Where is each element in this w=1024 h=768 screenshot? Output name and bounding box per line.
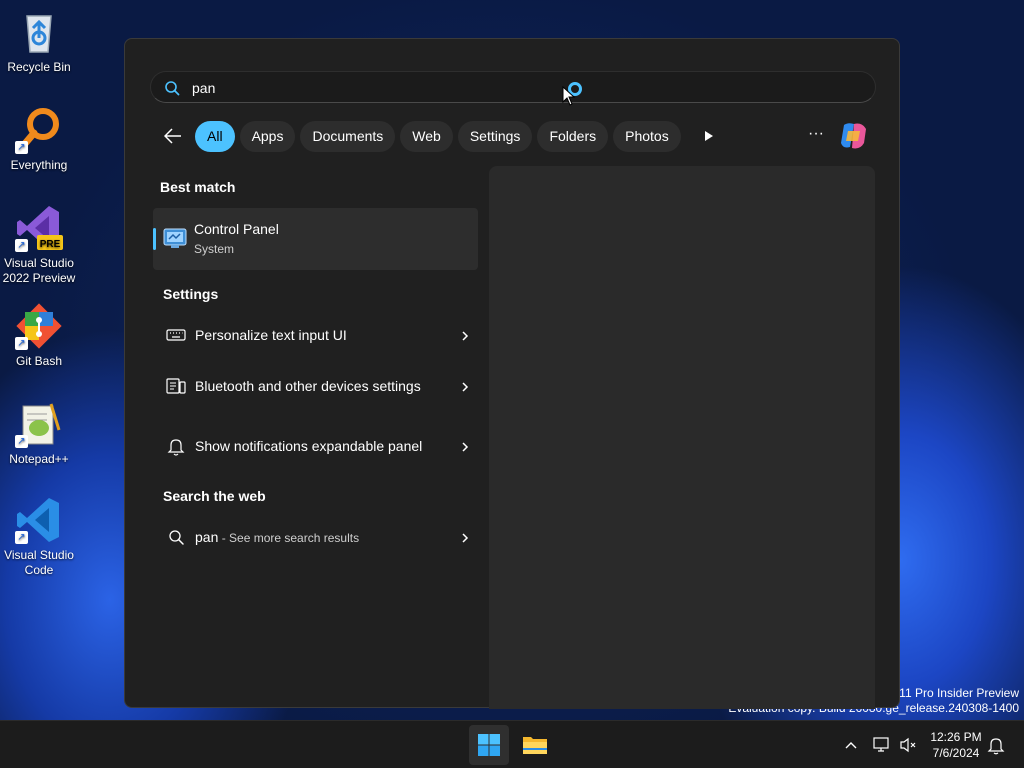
vscode-icon: ↗ — [15, 496, 63, 544]
best-match-control-panel[interactable]: Control Panel System — [153, 208, 478, 270]
desktop-icon-label: Visual Studio Code — [4, 548, 74, 577]
start-button[interactable] — [469, 725, 509, 765]
search-filter-bar: All Apps Documents Web Settings Folders … — [155, 120, 727, 152]
play-arrow-icon — [704, 131, 713, 141]
chevron-right-icon — [459, 380, 471, 392]
desktop-icon-label: Everything — [10, 158, 68, 172]
best-match-name: Control Panel — [194, 221, 279, 237]
search-icon — [165, 526, 187, 548]
desktop-icon-label: Git Bash — [15, 354, 63, 368]
desktop-icon-label: Recycle Bin — [7, 60, 71, 74]
more-options-button[interactable]: ··· — [801, 123, 831, 149]
shortcut-arrow-icon: ↗ — [15, 141, 28, 154]
desktop-icon-recycle-bin[interactable]: Recycle Bin — [1, 8, 77, 75]
chevron-right-icon — [459, 440, 471, 452]
shortcut-arrow-icon: ↗ — [15, 239, 28, 252]
mouse-cursor-icon — [562, 85, 576, 106]
shortcut-arrow-icon: ↗ — [15, 531, 28, 544]
copilot-icon — [841, 123, 866, 149]
search-icon — [164, 80, 180, 96]
filter-photos[interactable]: Photos — [613, 120, 681, 152]
recycle-bin-icon — [15, 8, 63, 56]
result-show-notifications-panel[interactable]: Show notifications expandable panel — [153, 425, 471, 467]
preview-pane — [489, 166, 875, 709]
filter-web[interactable]: Web — [400, 120, 453, 152]
desktop-icon-visual-studio-preview[interactable]: PRE ↗ Visual Studio 2022 Preview — [1, 204, 77, 286]
result-label: Personalize text input UI — [195, 327, 347, 343]
desktop-icon-everything[interactable]: ↗ Everything — [1, 106, 77, 173]
filter-settings[interactable]: Settings — [457, 120, 533, 152]
desktop-icon-git-bash[interactable]: ↗ Git Bash — [1, 302, 77, 369]
web-result-text: pan - See more search results — [195, 527, 459, 548]
search-web-heading: Search the web — [163, 488, 266, 504]
bell-icon — [165, 435, 187, 457]
taskbar: 12:26 PM 7/6/2024 — [0, 720, 1024, 768]
control-panel-icon — [163, 227, 187, 249]
show-hidden-icons-button[interactable] — [840, 734, 862, 756]
filter-apps[interactable]: Apps — [239, 120, 296, 152]
volume-muted-icon[interactable] — [898, 735, 918, 755]
clock-date: 7/6/2024 — [932, 746, 980, 760]
web-suffix: - See more search results — [218, 530, 360, 545]
taskbar-clock[interactable]: 12:26 PM 7/6/2024 — [926, 729, 986, 761]
back-button[interactable] — [155, 120, 191, 152]
chevron-right-icon — [459, 329, 471, 341]
best-match-heading: Best match — [160, 179, 236, 195]
desktop-icon-notepad-plus-plus[interactable]: ↗ Notepad++ — [1, 400, 77, 467]
git-bash-icon: ↗ — [15, 302, 63, 350]
desktop-icon-label: Visual Studio 2022 Preview — [2, 256, 76, 285]
filter-folders[interactable]: Folders — [537, 120, 609, 152]
everything-icon: ↗ — [15, 106, 63, 154]
folder-icon — [523, 737, 547, 754]
keyboard-icon — [165, 324, 187, 346]
more-filters-button[interactable] — [691, 120, 727, 152]
network-icon[interactable] — [872, 735, 892, 755]
chevron-up-icon — [845, 742, 857, 749]
desktop-icon-label: Notepad++ — [9, 452, 69, 466]
result-label: Show notifications expandable panel — [195, 438, 423, 454]
result-web-search[interactable]: pan - See more search results — [153, 526, 471, 548]
notepad-plus-plus-icon: ↗ — [15, 400, 63, 448]
filter-all[interactable]: All — [195, 120, 235, 152]
clock-time: 12:26 PM — [930, 730, 982, 744]
devices-icon — [165, 375, 187, 397]
result-label: Bluetooth and other devices settings — [195, 378, 421, 394]
result-personalize-text-input[interactable]: Personalize text input UI — [153, 324, 471, 346]
chevron-right-icon — [459, 531, 471, 543]
web-query: pan — [195, 528, 219, 545]
visual-studio-preview-icon: PRE ↗ — [15, 204, 63, 252]
shortcut-arrow-icon: ↗ — [15, 435, 28, 448]
windows-logo-icon — [478, 734, 500, 756]
search-input[interactable] — [192, 76, 852, 100]
filter-documents[interactable]: Documents — [300, 120, 396, 152]
start-search-panel: All Apps Documents Web Settings Folders … — [124, 38, 900, 709]
selection-accent — [153, 228, 156, 250]
back-arrow-icon — [164, 128, 181, 144]
best-match-category: System — [194, 242, 235, 256]
copilot-button[interactable] — [838, 121, 870, 151]
result-bluetooth-devices-settings[interactable]: Bluetooth and other devices settings — [153, 365, 471, 407]
notifications-bell-icon[interactable] — [986, 735, 1006, 755]
svg-text:PRE: PRE — [40, 239, 61, 250]
search-box[interactable] — [150, 71, 876, 103]
file-explorer-button[interactable] — [515, 725, 555, 765]
settings-heading: Settings — [163, 286, 219, 302]
desktop-icon-vscode[interactable]: ↗ Visual Studio Code — [1, 496, 77, 578]
shortcut-arrow-icon: ↗ — [15, 337, 28, 350]
